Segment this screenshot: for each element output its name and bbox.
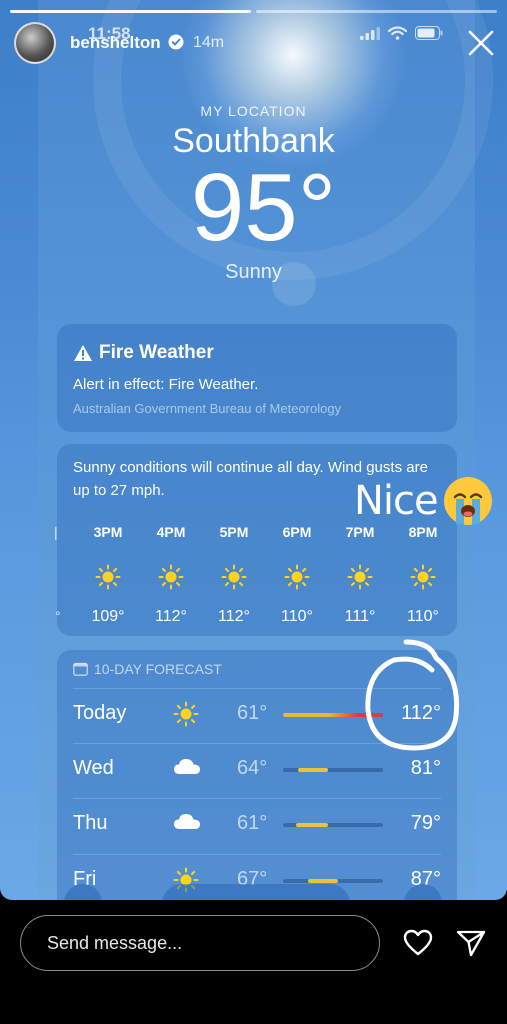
- close-icon[interactable]: [466, 28, 496, 58]
- forecast-day: Thu: [73, 812, 108, 834]
- forecast-separator: [73, 798, 441, 799]
- hourly-forecast-card[interactable]: Sunny conditions will continue all day. …: [54, 444, 457, 636]
- hour-temperature: 112°: [218, 608, 250, 625]
- status-icons: [360, 26, 443, 40]
- temperature-range-bar: [308, 879, 338, 883]
- forecast-high: 81°: [410, 757, 441, 779]
- hour-label: 5PM: [219, 524, 249, 540]
- temperature-range-track: [283, 768, 383, 772]
- post-timestamp: 14m: [193, 34, 225, 51]
- wifi-icon: [388, 26, 407, 40]
- story-progress-2: [256, 10, 497, 13]
- username[interactable]: benshelton: [70, 33, 161, 53]
- hour-temperature: 109°: [91, 608, 125, 625]
- forecast-day: Today: [73, 702, 127, 724]
- fire-weather-alert-card[interactable]: Fire Weather Alert in effect: Fire Weath…: [57, 324, 457, 432]
- hour-fragment-temp: °: [55, 608, 61, 624]
- heart-icon[interactable]: [403, 929, 433, 957]
- temperature-range-bar: [296, 823, 328, 827]
- cloud-icon: [173, 756, 200, 780]
- hour-temperature: 112°: [155, 608, 187, 625]
- location-label: MY LOCATION: [200, 103, 307, 119]
- temperature-range-bar: [298, 768, 328, 772]
- current-condition: Sunny: [225, 261, 282, 283]
- sun-icon: [141, 564, 201, 590]
- cloud-icon: [173, 811, 200, 835]
- sun-icon: [393, 564, 453, 590]
- alert-title-row: Fire Weather: [73, 342, 214, 364]
- circle-scribble-annotation: [365, 639, 460, 751]
- alert-title: Fire Weather: [99, 342, 214, 363]
- forecast-low: 61°: [237, 702, 268, 724]
- sun-icon: [267, 564, 327, 590]
- sun-icon: [330, 564, 390, 590]
- story-caption: Nice: [354, 478, 439, 524]
- avatar[interactable]: [14, 22, 56, 64]
- hour-temperature: 110°: [407, 608, 439, 625]
- verified-badge-icon: [168, 34, 184, 50]
- forecast-low: 61°: [237, 812, 268, 834]
- hour-temperature: 110°: [281, 608, 313, 625]
- sun-icon: [204, 564, 264, 590]
- forecast-high: 79°: [410, 812, 441, 834]
- send-message-input[interactable]: [20, 915, 380, 971]
- hour-temperature: 111°: [344, 608, 376, 625]
- hour-label: 6PM: [282, 524, 312, 540]
- sun-icon: [78, 564, 138, 590]
- story-progress-1: [10, 10, 251, 13]
- forecast-low: 64°: [237, 757, 268, 779]
- alert-source[interactable]: Australian Government Bureau of Meteorol…: [73, 401, 341, 416]
- sun-icon: [173, 701, 199, 727]
- crying-face-emoji-icon: [444, 477, 492, 525]
- signal-icon: [360, 26, 380, 40]
- temperature-range-track: [283, 879, 383, 883]
- page-indicator-pill[interactable]: [162, 884, 350, 900]
- send-icon[interactable]: [456, 928, 486, 958]
- hour-label: 3PM: [93, 524, 123, 540]
- forecast-day: Wed: [73, 757, 114, 779]
- forecast-separator: [73, 854, 441, 855]
- hour-fragment-label: |: [54, 524, 58, 540]
- forecast-header-label: 10-DAY FORECAST: [94, 661, 222, 677]
- story-canvas[interactable]: 11:58 benshelton 14m MY LOCATION Southba…: [0, 0, 507, 900]
- temperature-range-track: [283, 823, 383, 827]
- warning-icon: [74, 345, 92, 361]
- calendar-icon: [73, 662, 88, 676]
- current-temperature: 95°: [190, 154, 337, 261]
- forecast-header: 10-DAY FORECAST: [73, 661, 222, 677]
- alert-text: Alert in effect: Fire Weather.: [73, 376, 259, 393]
- hour-label: 4PM: [156, 524, 186, 540]
- hour-label: 7PM: [345, 524, 375, 540]
- battery-icon: [415, 26, 443, 40]
